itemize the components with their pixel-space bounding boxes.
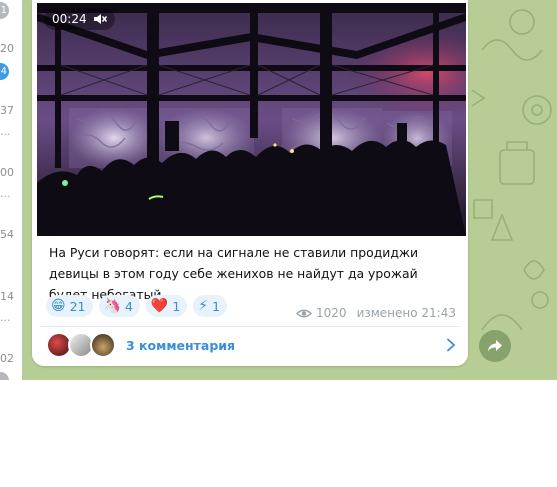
chat-time: 54 <box>0 228 14 241</box>
unicorn-icon: 🦄 <box>103 298 121 314</box>
chat-time: 14 <box>0 290 14 303</box>
reaction-unicorn[interactable]: 🦄 4 <box>98 295 140 317</box>
reaction-lightning[interactable]: ⚡ 1 <box>193 295 228 317</box>
reactions-bar: 😁 21 🦄 4 ❤️ 1 ⚡ 1 <box>46 295 228 317</box>
unread-badge[interactable]: 4 <box>0 63 9 80</box>
grin-icon: 😁 <box>51 298 66 314</box>
channel-post: 00:24 На Руси говорят: если на сигнале н… <box>32 0 468 366</box>
post-meta: 1020 изменено 21:43 <box>296 306 456 320</box>
heart-icon: ❤️ <box>150 298 169 314</box>
reaction-heart[interactable]: ❤️ 1 <box>145 295 188 317</box>
comments-button[interactable]: 3 комментария <box>46 331 456 359</box>
forward-button[interactable] <box>479 330 511 362</box>
reaction-count: 4 <box>124 298 133 314</box>
video-time-label: 00:24 <box>52 12 87 26</box>
eye-icon <box>296 309 313 317</box>
divider <box>40 326 460 327</box>
concert-video-frame <box>37 3 466 236</box>
view-count: 1020 <box>316 306 347 320</box>
muted-speaker-icon[interactable] <box>93 13 107 25</box>
forward-arrow-icon <box>488 340 502 352</box>
unread-badge[interactable] <box>0 372 9 380</box>
chat-time: 00 <box>0 166 14 179</box>
chat-time: 20 <box>0 42 14 55</box>
reaction-count: 21 <box>69 298 86 314</box>
chat-time: 02 <box>0 352 14 365</box>
reaction-count: 1 <box>212 298 221 314</box>
lightning-icon: ⚡ <box>198 298 209 314</box>
chat-time: 37 <box>0 104 14 117</box>
video-player[interactable]: 00:24 <box>37 3 466 236</box>
comments-count-label: 3 комментария <box>126 337 236 353</box>
avatar <box>90 332 116 358</box>
reaction-count: 1 <box>172 298 181 314</box>
reaction-grin[interactable]: 😁 21 <box>46 295 93 317</box>
chat-ellipsis: ... <box>0 125 11 138</box>
video-timestamp[interactable]: 00:24 <box>44 8 115 30</box>
unread-badge[interactable]: 1 <box>0 2 9 19</box>
edited-time: изменено 21:43 <box>356 306 456 320</box>
commenter-avatars <box>46 332 116 358</box>
chevron-right-icon <box>447 338 456 352</box>
doodle-pattern-icon <box>471 9 552 331</box>
chat-ellipsis: ... <box>0 187 11 200</box>
chat-list-strip: 1 20 4 37 ... 00 ... 54 14 ... 02 <box>0 0 22 380</box>
chat-ellipsis: ... <box>0 311 11 324</box>
